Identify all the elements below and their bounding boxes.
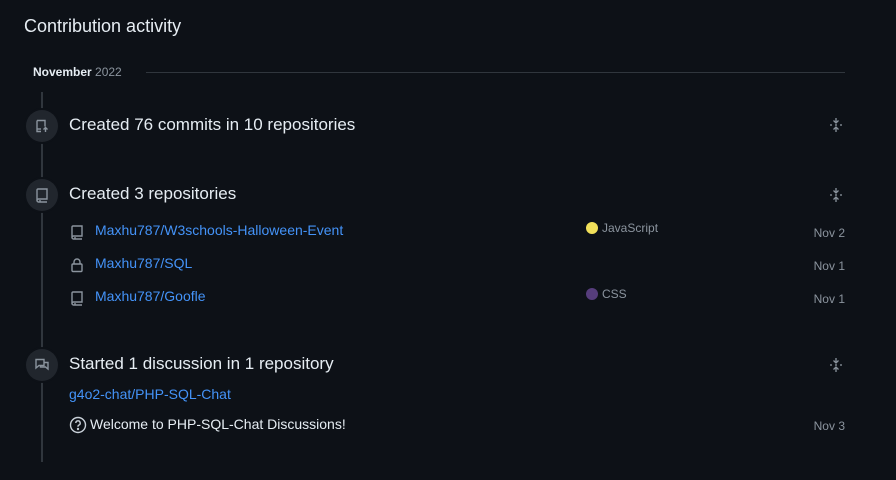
- fold-icon[interactable]: [828, 357, 844, 373]
- section-title: Contribution activity: [24, 16, 182, 36]
- discussions-summary[interactable]: Started 1 discussion in 1 repository: [69, 354, 334, 374]
- month-year: 2022: [95, 65, 122, 79]
- question-circle-icon: [69, 416, 87, 434]
- month-name: November: [33, 65, 92, 79]
- discussion-repo-link[interactable]: g4o2-chat/PHP-SQL-Chat: [69, 386, 231, 402]
- repositories-summary[interactable]: Created 3 repositories: [69, 184, 236, 204]
- repo-date: Nov 1: [813, 259, 845, 273]
- month-label: November 2022: [33, 65, 122, 79]
- repo-date: Nov 2: [813, 226, 845, 240]
- language-label: JavaScript: [602, 221, 659, 235]
- commit-icon: [26, 110, 58, 142]
- language-color-dot: [586, 288, 598, 300]
- repo-link[interactable]: Maxhu787/Goofle: [95, 288, 206, 304]
- discussion-title[interactable]: Welcome to PHP-SQL-Chat Discussions!: [90, 416, 346, 432]
- repo-icon: [69, 290, 85, 306]
- month-divider: [146, 72, 845, 73]
- discussion-date: Nov 3: [813, 419, 845, 433]
- repo-date: Nov 1: [813, 292, 845, 306]
- language-badge: JavaScript: [586, 221, 658, 235]
- timeline-line: [41, 92, 43, 462]
- language-color-dot: [586, 222, 598, 234]
- repo-link[interactable]: Maxhu787/SQL: [95, 255, 192, 271]
- repo-icon: [69, 224, 85, 240]
- repo-link[interactable]: Maxhu787/W3schools-Halloween-Event: [95, 222, 343, 238]
- discussion-icon: [26, 349, 58, 381]
- fold-icon[interactable]: [828, 187, 844, 203]
- fold-icon[interactable]: [828, 117, 844, 133]
- lock-icon: [69, 257, 85, 273]
- repo-icon: [26, 179, 58, 211]
- language-badge: CSS: [586, 287, 627, 301]
- language-label: CSS: [602, 287, 627, 301]
- commits-summary[interactable]: Created 76 commits in 10 repositories: [69, 115, 355, 135]
